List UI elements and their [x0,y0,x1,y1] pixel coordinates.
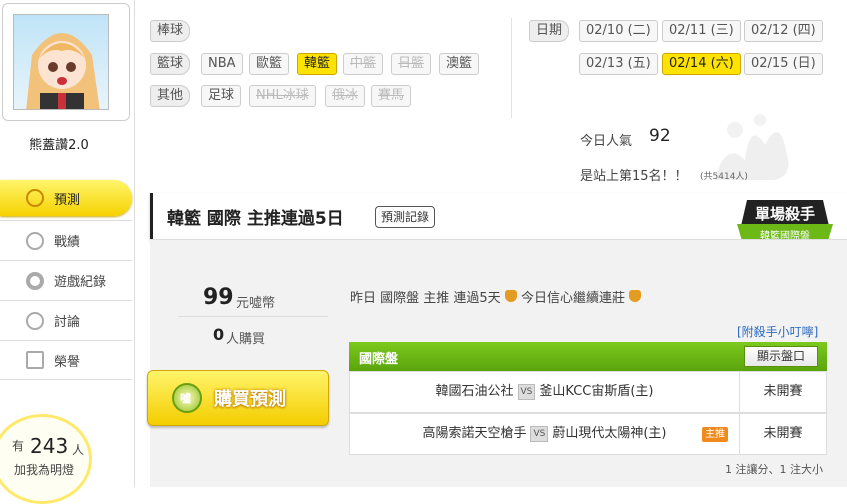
sidebar-item-predict[interactable]: 預測 [0,180,132,216]
show-odds-button[interactable]: 顯示盤口 [744,346,818,367]
buy-prediction-button[interactable]: 噓 購買預測 [147,370,329,426]
date-0211[interactable]: 02/11 (三) [662,20,741,42]
table-row: 高陽索諾天空槍手 VS 蔚山現代太陽神(主) 主推 未開賽 [349,413,827,455]
chat-icon [26,311,44,330]
headline-part1: 昨日 國際盤 主推 連過5天 [350,291,501,306]
target-icon [26,189,44,207]
username[interactable]: 熊蓋讚2.0 [0,134,118,153]
tag-china-basketball: 中籃 [343,53,384,75]
prediction-record-button[interactable]: 預測記錄 [375,206,436,228]
market-title: 國際盤 [359,352,399,367]
price-value: 99 [203,285,234,310]
avatar-frame [2,3,130,121]
date-0214[interactable]: 02/14 (六) [662,53,741,75]
match-status: 未開賽 [739,414,826,454]
popularity-label: 今日人氣 [580,134,633,149]
tag-nhl: NHL冰球 [249,85,316,107]
price-unit: 元噓幣 [236,296,276,311]
filter-divider [511,18,512,118]
sidebar-item-discuss[interactable]: 討論 [0,300,132,340]
coin-icon: 噓 [172,383,202,413]
date-label: 日期 [529,20,570,42]
date-0215[interactable]: 02/15 (日) [744,53,823,75]
sidebar-item-honor[interactable]: 榮譽 [0,340,132,380]
avatar[interactable] [13,14,109,110]
tag-soccer[interactable]: 足球 [201,85,242,107]
match-teams: 高陽索諾天空槍手 VS 蔚山現代太陽神(主) [350,414,739,454]
filter-label-basketball: 籃球 [150,53,191,75]
lamp-count: 243 [30,434,69,458]
tag-australia-basketball[interactable]: 澳籃 [439,53,480,75]
main-pick-badge: 主推 [702,427,728,442]
avatar-image [26,33,100,109]
away-team: 蔚山現代太陽神(主) [552,426,667,441]
buyer-count: 0 [213,325,225,344]
tag-russia-hockey: 俄冰 [325,85,366,107]
lamp-label[interactable]: 加我為明燈 [14,461,74,478]
rank-text: 是站上第15名！！ [580,169,688,184]
circle-icon [26,271,44,290]
killer-tip-link[interactable]: [附殺手小叮嚀] [737,323,818,340]
page-title: 韓籃 國際 主推連過5日 [167,209,344,229]
date-0210[interactable]: 02/10 (二) [579,20,658,42]
sidebar-item-label: 遊戲紀錄 [54,275,107,290]
match-teams: 韓國石油公社 VS 釜山KCC宙斯盾(主) [350,372,739,412]
headline-text: 昨日 國際盤 主推 連過5天 今日信心繼續連莊 [350,287,642,306]
medal-icon [26,231,44,250]
buy-button-label: 購買預測 [214,389,286,410]
sidebar-item-label: 討論 [54,315,81,330]
sidebar-item-label: 預測 [54,192,81,208]
price-divider [178,316,328,317]
lamp-unit: 人 [72,443,85,457]
vs-icon: VS [530,425,549,442]
money-bag-icon [629,290,642,302]
tag-horse-racing: 賽馬 [371,85,412,107]
coin-label: 噓 [180,392,191,405]
filter-label-baseball[interactable]: 棒球 [150,20,191,42]
sidebar-item-label: 榮譽 [54,354,81,370]
popularity-value: 92 [649,126,671,146]
award-icon [26,351,44,369]
tag-korea-basketball[interactable]: 韓籃 [297,53,338,75]
vs-icon: VS [517,383,536,400]
date-0212[interactable]: 02/12 (四) [744,20,823,42]
match-status: 未開賽 [739,372,826,412]
bet-count-note: 1 注讓分、1 注大小 [725,463,823,476]
lamp-prefix: 有 [12,439,25,453]
headline-part2: 今日信心繼續連莊 [520,291,625,306]
left-sidebar: 熊蓋讚2.0 預測 戰績 遊戲紀錄 討論 榮譽 有 243 人 加我為明燈 [0,0,135,504]
filter-label-other: 其他 [150,85,191,107]
rank-total: (共5414人) [700,172,748,182]
lamp-circle[interactable] [0,414,92,504]
badge-title: 單場殺手 [755,205,815,223]
tag-nba[interactable]: NBA [201,53,243,75]
away-team: 釜山KCC宙斯盾(主) [539,384,654,399]
sidebar-item-label: 戰績 [54,235,81,250]
home-team: 韓國石油公社 [435,384,514,399]
date-0213[interactable]: 02/13 (五) [579,53,658,75]
home-team: 高陽索諾天空槍手 [422,426,527,441]
sidebar-item-record[interactable]: 戰績 [0,220,132,260]
tag-euro-basketball[interactable]: 歐籃 [249,53,290,75]
market-header: 國際盤 顯示盤口 [349,342,827,371]
sidebar-item-game-log[interactable]: 遊戲紀錄 [0,260,132,300]
buyer-unit: 人購買 [226,332,266,347]
table-row: 韓國石油公社 VS 釜山KCC宙斯盾(主) 未開賽 [349,371,827,413]
tag-japan-basketball: 日籃 [391,53,432,75]
money-bag-icon [504,290,517,302]
